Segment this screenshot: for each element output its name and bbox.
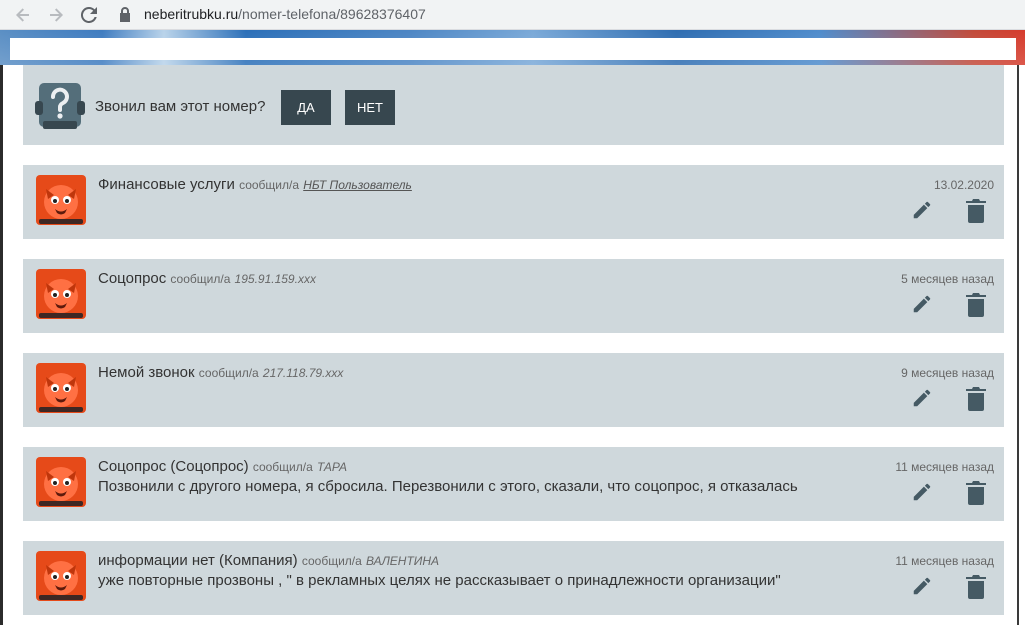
report-card: Немой звонок сообщил/а 217.118.79.xxx 9 …: [23, 353, 1004, 427]
report-card: Соцопрос (Соцопрос) сообщил/а ТАРА Позво…: [23, 447, 1004, 521]
report-card: информации нет (Компания) сообщил/а ВАЛЕ…: [23, 541, 1004, 615]
report-category: информации нет (Компания): [98, 552, 298, 569]
report-category: Немой звонок: [98, 364, 195, 381]
report-date: 11 месяцев назад: [895, 554, 994, 568]
reported-by-label: сообщил/а: [239, 178, 300, 192]
avatar: [36, 363, 86, 413]
report-title: информации нет (Компания) сообщил/а ВАЛЕ…: [98, 552, 439, 569]
header-bar: [10, 38, 1016, 60]
report-card: Соцопрос сообщил/а 195.91.159.xxx 5 меся…: [23, 259, 1004, 333]
trash-icon[interactable]: [966, 199, 986, 223]
header-banner: [0, 30, 1025, 65]
yes-button[interactable]: ДА: [281, 90, 331, 125]
report-author: ТАРА: [316, 460, 347, 474]
report-author: 217.118.79.xxx: [262, 366, 344, 380]
url-host: neberitrubku.ru: [144, 6, 239, 22]
edit-pencil-icon[interactable]: [911, 481, 933, 503]
reported-by-label: сообщил/а: [301, 554, 362, 568]
report-date: 13.02.2020: [933, 178, 994, 192]
call-question-panel: Звонил вам этот номер? ДА НЕТ: [23, 65, 1004, 145]
no-button[interactable]: НЕТ: [345, 90, 395, 125]
avatar: [36, 269, 86, 319]
page-border-right: [1017, 65, 1019, 625]
report-author: ВАЛЕНТИНА: [365, 554, 440, 568]
report-category: Соцопрос (Соцопрос): [98, 458, 249, 475]
reported-by-label: сообщил/а: [198, 366, 259, 380]
page-border-left: [0, 65, 3, 625]
trash-icon[interactable]: [966, 293, 986, 317]
back-arrow-icon[interactable]: [11, 3, 35, 27]
avatar: [36, 551, 86, 601]
report-date: 11 месяцев назад: [895, 460, 994, 474]
report-comment: уже повторные прозвоны , " в рекламных ц…: [98, 572, 781, 589]
lock-icon: [120, 7, 130, 22]
reload-icon[interactable]: [77, 3, 101, 27]
avatar: [36, 457, 86, 507]
trash-icon[interactable]: [966, 387, 986, 411]
avatar: [36, 175, 86, 225]
report-title: Соцопрос (Соцопрос) сообщил/а ТАРА: [98, 458, 347, 475]
report-date: 5 месяцев назад: [901, 272, 994, 286]
report-category: Соцопрос: [98, 270, 167, 287]
report-author-link[interactable]: НБТ Пользователь: [303, 178, 412, 192]
report-author: 195.91.159.xxx: [234, 272, 316, 286]
reported-by-label: сообщил/а: [170, 272, 231, 286]
report-date: 9 месяцев назад: [901, 366, 994, 380]
edit-pencil-icon[interactable]: [911, 293, 933, 315]
question-mark-icon: [35, 83, 85, 129]
call-question-text: Звонил вам этот номер?: [95, 98, 266, 115]
url-path: /nomer-telefona/89628376407: [238, 6, 426, 22]
report-card: Финансовые услуги сообщил/а НБТ Пользова…: [23, 165, 1004, 239]
trash-icon[interactable]: [966, 575, 986, 599]
edit-pencil-icon[interactable]: [911, 387, 933, 409]
browser-toolbar: neberitrubku.ru/nomer-telefona/896283764…: [0, 0, 1025, 30]
report-title: Финансовые услуги сообщил/а НБТ Пользова…: [98, 176, 412, 193]
report-title: Немой звонок сообщил/а 217.118.79.xxx: [98, 364, 343, 381]
forward-arrow-icon[interactable]: [44, 3, 68, 27]
address-bar[interactable]: neberitrubku.ru/nomer-telefona/896283764…: [144, 6, 426, 22]
edit-pencil-icon[interactable]: [911, 575, 933, 597]
report-title: Соцопрос сообщил/а 195.91.159.xxx: [98, 270, 316, 287]
edit-pencil-icon[interactable]: [911, 199, 933, 221]
report-category: Финансовые услуги: [98, 176, 235, 193]
reported-by-label: сообщил/а: [252, 460, 313, 474]
trash-icon[interactable]: [966, 481, 986, 505]
report-comment: Позвонили с другого номера, я сбросила. …: [98, 478, 798, 495]
